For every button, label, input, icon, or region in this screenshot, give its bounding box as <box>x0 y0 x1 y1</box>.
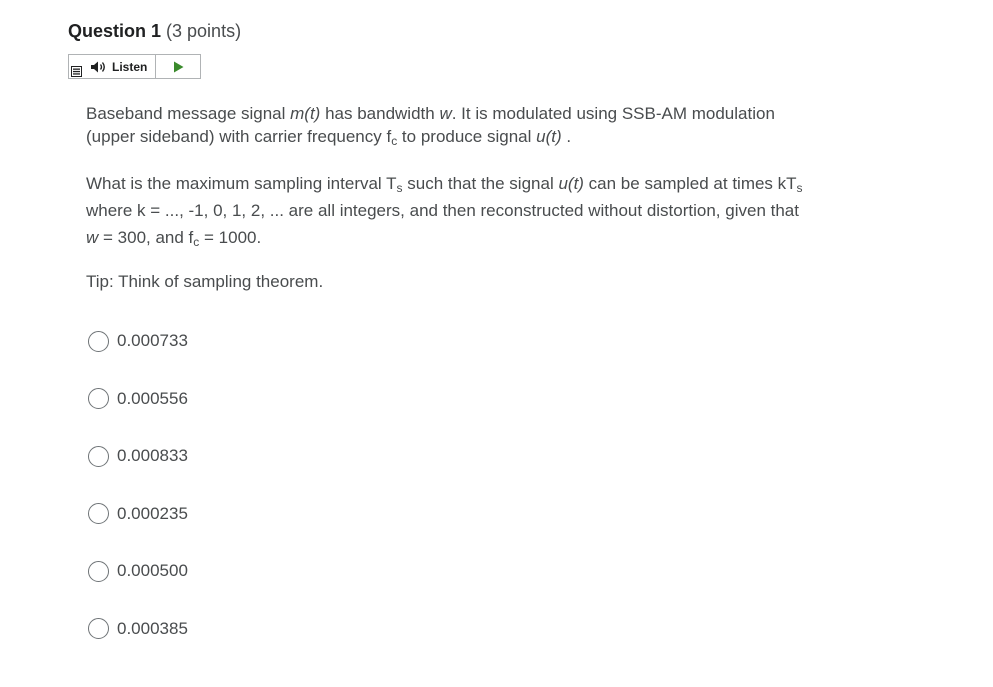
option-label: 0.000733 <box>117 331 188 350</box>
radio-button[interactable] <box>88 330 109 352</box>
answer-option[interactable]: 0.000385 <box>88 616 188 642</box>
play-icon <box>173 61 184 72</box>
answer-option[interactable]: 0.000500 <box>88 558 188 584</box>
question-points: (3 points) <box>166 21 242 41</box>
option-label: 0.000556 <box>117 388 188 408</box>
readspeaker-toolbar: Listen <box>68 54 201 79</box>
listen-button[interactable]: Listen <box>83 55 157 78</box>
answer-option[interactable]: 0.000733 <box>88 328 188 354</box>
answer-option[interactable]: 0.000235 <box>88 501 188 527</box>
listen-label: Listen <box>112 59 148 74</box>
speaker-icon <box>91 61 107 73</box>
option-label: 0.000235 <box>117 503 188 523</box>
answer-option[interactable]: 0.000556 <box>88 386 188 412</box>
menu-icon[interactable] <box>69 55 83 78</box>
option-label: 0.000385 <box>117 618 188 638</box>
radio-button[interactable] <box>88 388 109 409</box>
question-title: Question 1 <box>68 21 162 41</box>
answer-option[interactable]: 0.000833 <box>88 443 188 469</box>
question-paragraph-2: What is the maximum sampling interval Ts… <box>86 174 803 249</box>
play-button[interactable] <box>156 55 200 78</box>
radio-button[interactable] <box>88 445 109 467</box>
question-header: Question 1 (3 points) <box>68 21 241 42</box>
answer-options: 0.000733 0.000556 0.000833 0.000235 0.00… <box>88 328 188 673</box>
question-paragraph-1: Baseband message signal m(t) has bandwid… <box>86 104 775 148</box>
option-label: 0.000833 <box>117 446 188 465</box>
radio-button[interactable] <box>88 560 109 582</box>
radio-button[interactable] <box>88 618 109 639</box>
question-tip: Tip: Think of sampling theorem. <box>86 272 324 291</box>
radio-button[interactable] <box>88 503 109 524</box>
question-text: Baseband message signal m(t) has bandwid… <box>86 102 806 293</box>
option-label: 0.000500 <box>117 561 188 580</box>
